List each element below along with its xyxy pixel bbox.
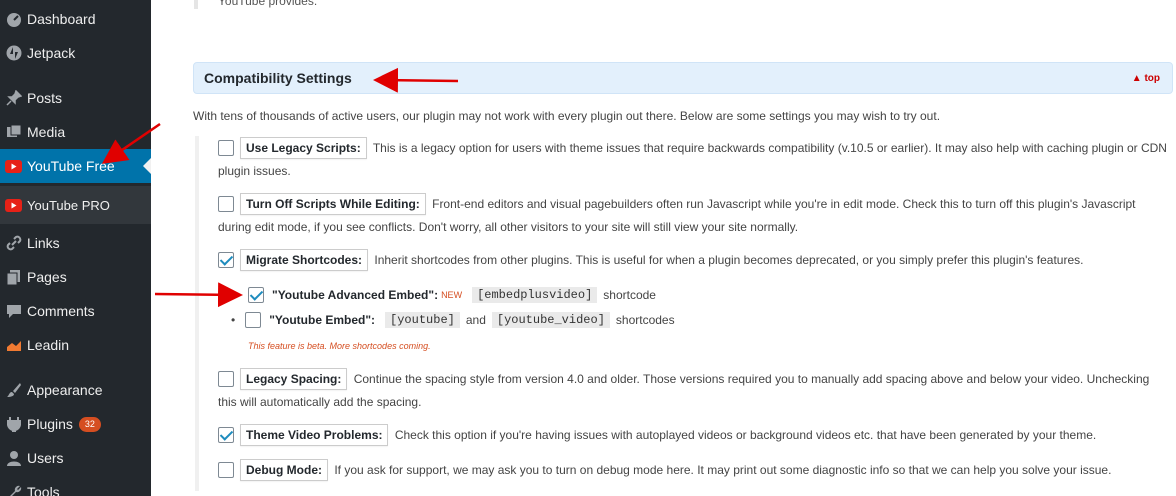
arrow-to-section-title bbox=[373, 67, 459, 93]
annotation-arrows bbox=[101, 67, 459, 308]
arrow-to-youtube-free bbox=[101, 122, 161, 164]
arrow-to-advanced-embed bbox=[154, 282, 243, 308]
